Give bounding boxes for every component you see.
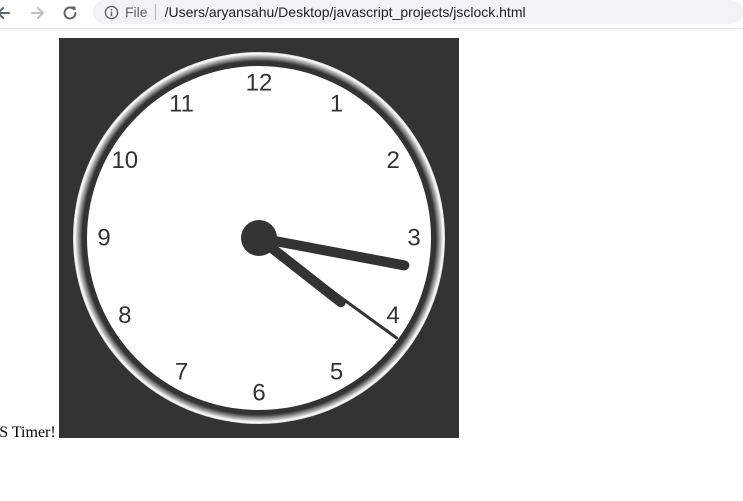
reload-icon (63, 6, 77, 20)
clock-center-hub (241, 220, 277, 256)
arrow-right-icon (31, 7, 44, 19)
clock-numeral: 10 (111, 147, 138, 174)
clock-numeral: 5 (330, 359, 343, 386)
clock-numeral: 1 (330, 90, 343, 117)
address-bar[interactable]: File /Users/aryansahu/Desktop/javascript… (93, 0, 743, 24)
clock-canvas: 12 1 2 3 4 5 6 7 8 9 10 11 (59, 38, 459, 438)
clock-numeral: 9 (97, 225, 110, 252)
clock-face-svg: 121234567891011 (73, 52, 445, 424)
page-heading-text: JS Timer! (0, 424, 56, 441)
clock-numeral: 2 (387, 147, 400, 174)
clock-numeral: 8 (118, 302, 131, 329)
clock-numeral: 11 (169, 90, 194, 117)
back-button[interactable] (0, 2, 14, 24)
forward-button[interactable] (27, 2, 49, 24)
clock-numeral: 12 (246, 70, 273, 97)
clock-numeral: 3 (407, 225, 420, 252)
reload-button[interactable] (59, 2, 81, 24)
info-icon[interactable] (103, 4, 119, 20)
clock-numeral: 7 (175, 359, 188, 386)
clock-numeral: 6 (252, 380, 265, 407)
clock-numeral: 4 (387, 302, 400, 329)
arrow-left-icon (0, 7, 10, 19)
url-text[interactable]: /Users/aryansahu/Desktop/javascript_proj… (165, 4, 526, 20)
scheme-label: File (125, 4, 148, 20)
address-divider (154, 4, 156, 20)
browser-toolbar: File /Users/aryansahu/Desktop/javascript… (0, 0, 743, 29)
